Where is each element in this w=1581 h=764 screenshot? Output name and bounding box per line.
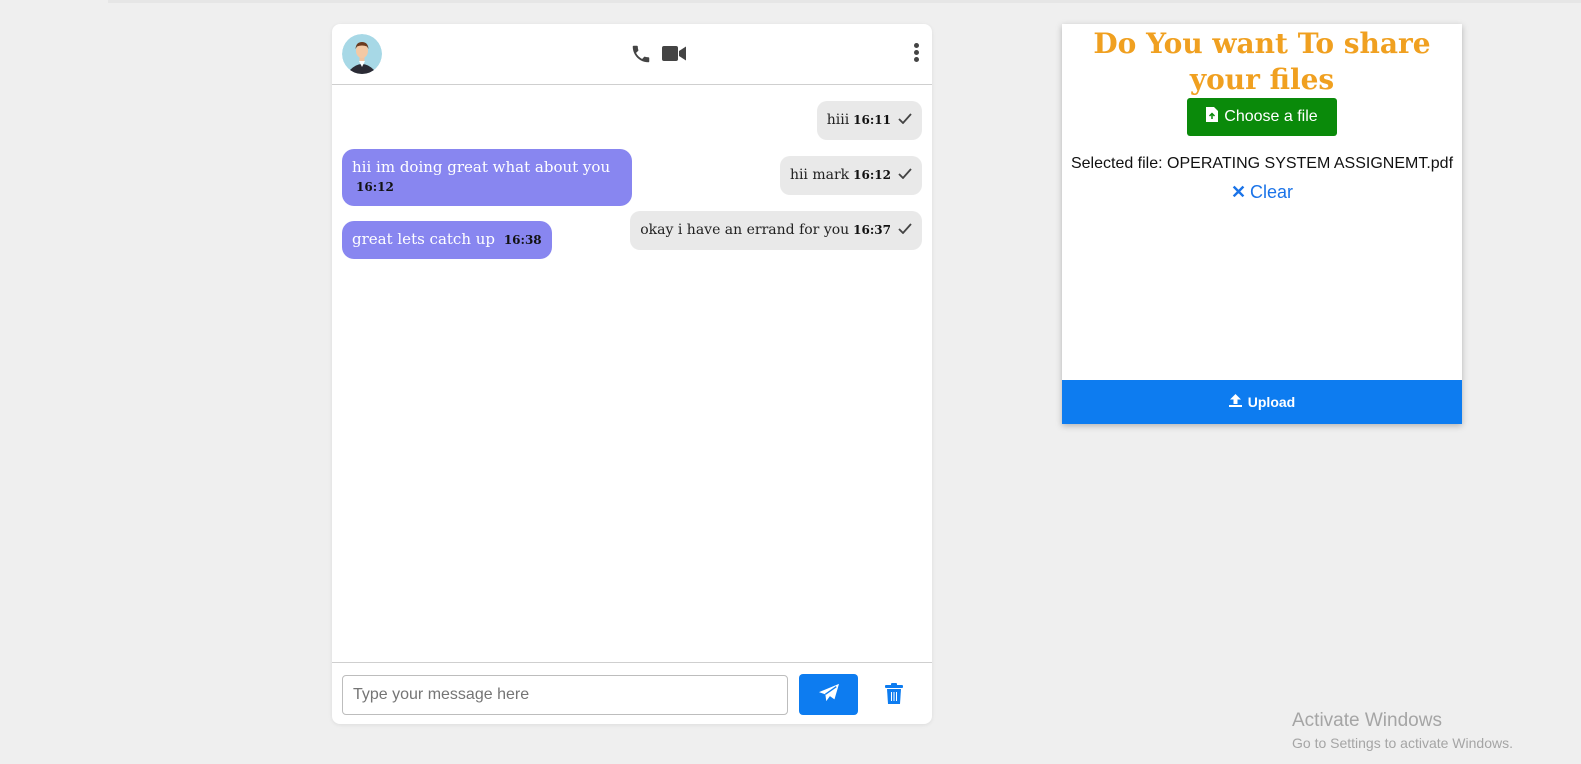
- check-icon: [898, 111, 912, 130]
- clear-label: Clear: [1250, 182, 1294, 202]
- clear-button[interactable]: ✕ Clear: [1062, 182, 1462, 203]
- upload-button[interactable]: Upload: [1062, 380, 1462, 424]
- more-vertical-icon[interactable]: [912, 43, 920, 65]
- message-time: 16:37: [853, 223, 891, 237]
- phone-icon[interactable]: [630, 43, 652, 70]
- watermark-title: Activate Windows: [1292, 710, 1442, 731]
- chat-footer: [332, 662, 932, 724]
- message-text: hii im doing great what about you: [352, 158, 611, 176]
- message-text: great lets catch up: [352, 230, 496, 248]
- trash-icon[interactable]: [885, 683, 903, 709]
- sent-message: hii mark 16:12: [779, 156, 922, 195]
- message-text: okay i have an errand for you: [640, 222, 850, 238]
- message-time: 16:38: [503, 233, 542, 247]
- sent-message: hiii 16:11: [816, 101, 922, 140]
- user-avatar[interactable]: [342, 34, 382, 74]
- check-icon: [898, 166, 912, 185]
- choose-file-button[interactable]: Choose a file: [1187, 98, 1337, 136]
- send-icon: [818, 683, 840, 706]
- message-text: hii mark: [789, 167, 850, 183]
- close-icon: ✕: [1230, 182, 1247, 202]
- top-border: [108, 0, 1581, 3]
- selected-file-text: Selected file: OPERATING SYSTEM ASSIGNEM…: [1070, 155, 1454, 172]
- received-message: great lets catch up 16:38: [342, 221, 552, 259]
- file-upload-icon: [1206, 107, 1219, 127]
- sent-message: okay i have an errand for you 16:37: [630, 211, 922, 250]
- video-icon[interactable]: [662, 45, 686, 67]
- send-button[interactable]: [799, 674, 858, 715]
- upload-title: Do You want To share your files: [1093, 27, 1431, 96]
- chat-window: hiii 16:11 hii mark 16:12 okay i have an…: [332, 24, 932, 724]
- message-time: 16:12: [356, 180, 394, 194]
- watermark-subtitle: Go to Settings to activate Windows.: [1292, 735, 1513, 751]
- received-message: hii im doing great what about you 16:12: [342, 149, 632, 206]
- upload-icon: [1228, 394, 1242, 410]
- message-time: 16:11: [853, 113, 891, 127]
- file-upload-panel: Do You want To share your files Choose a…: [1062, 24, 1462, 424]
- chat-header: [332, 24, 932, 85]
- choose-file-label: Choose a file: [1224, 108, 1318, 125]
- upload-label: Upload: [1247, 394, 1296, 410]
- activate-windows-watermark: Activate Windows Go to Settings to activ…: [1292, 710, 1513, 754]
- check-icon: [898, 221, 912, 240]
- message-input[interactable]: [342, 675, 788, 715]
- message-list: hiii 16:11 hii mark 16:12 okay i have an…: [332, 86, 932, 686]
- message-time: 16:12: [853, 168, 891, 182]
- message-text: hiii: [826, 112, 850, 128]
